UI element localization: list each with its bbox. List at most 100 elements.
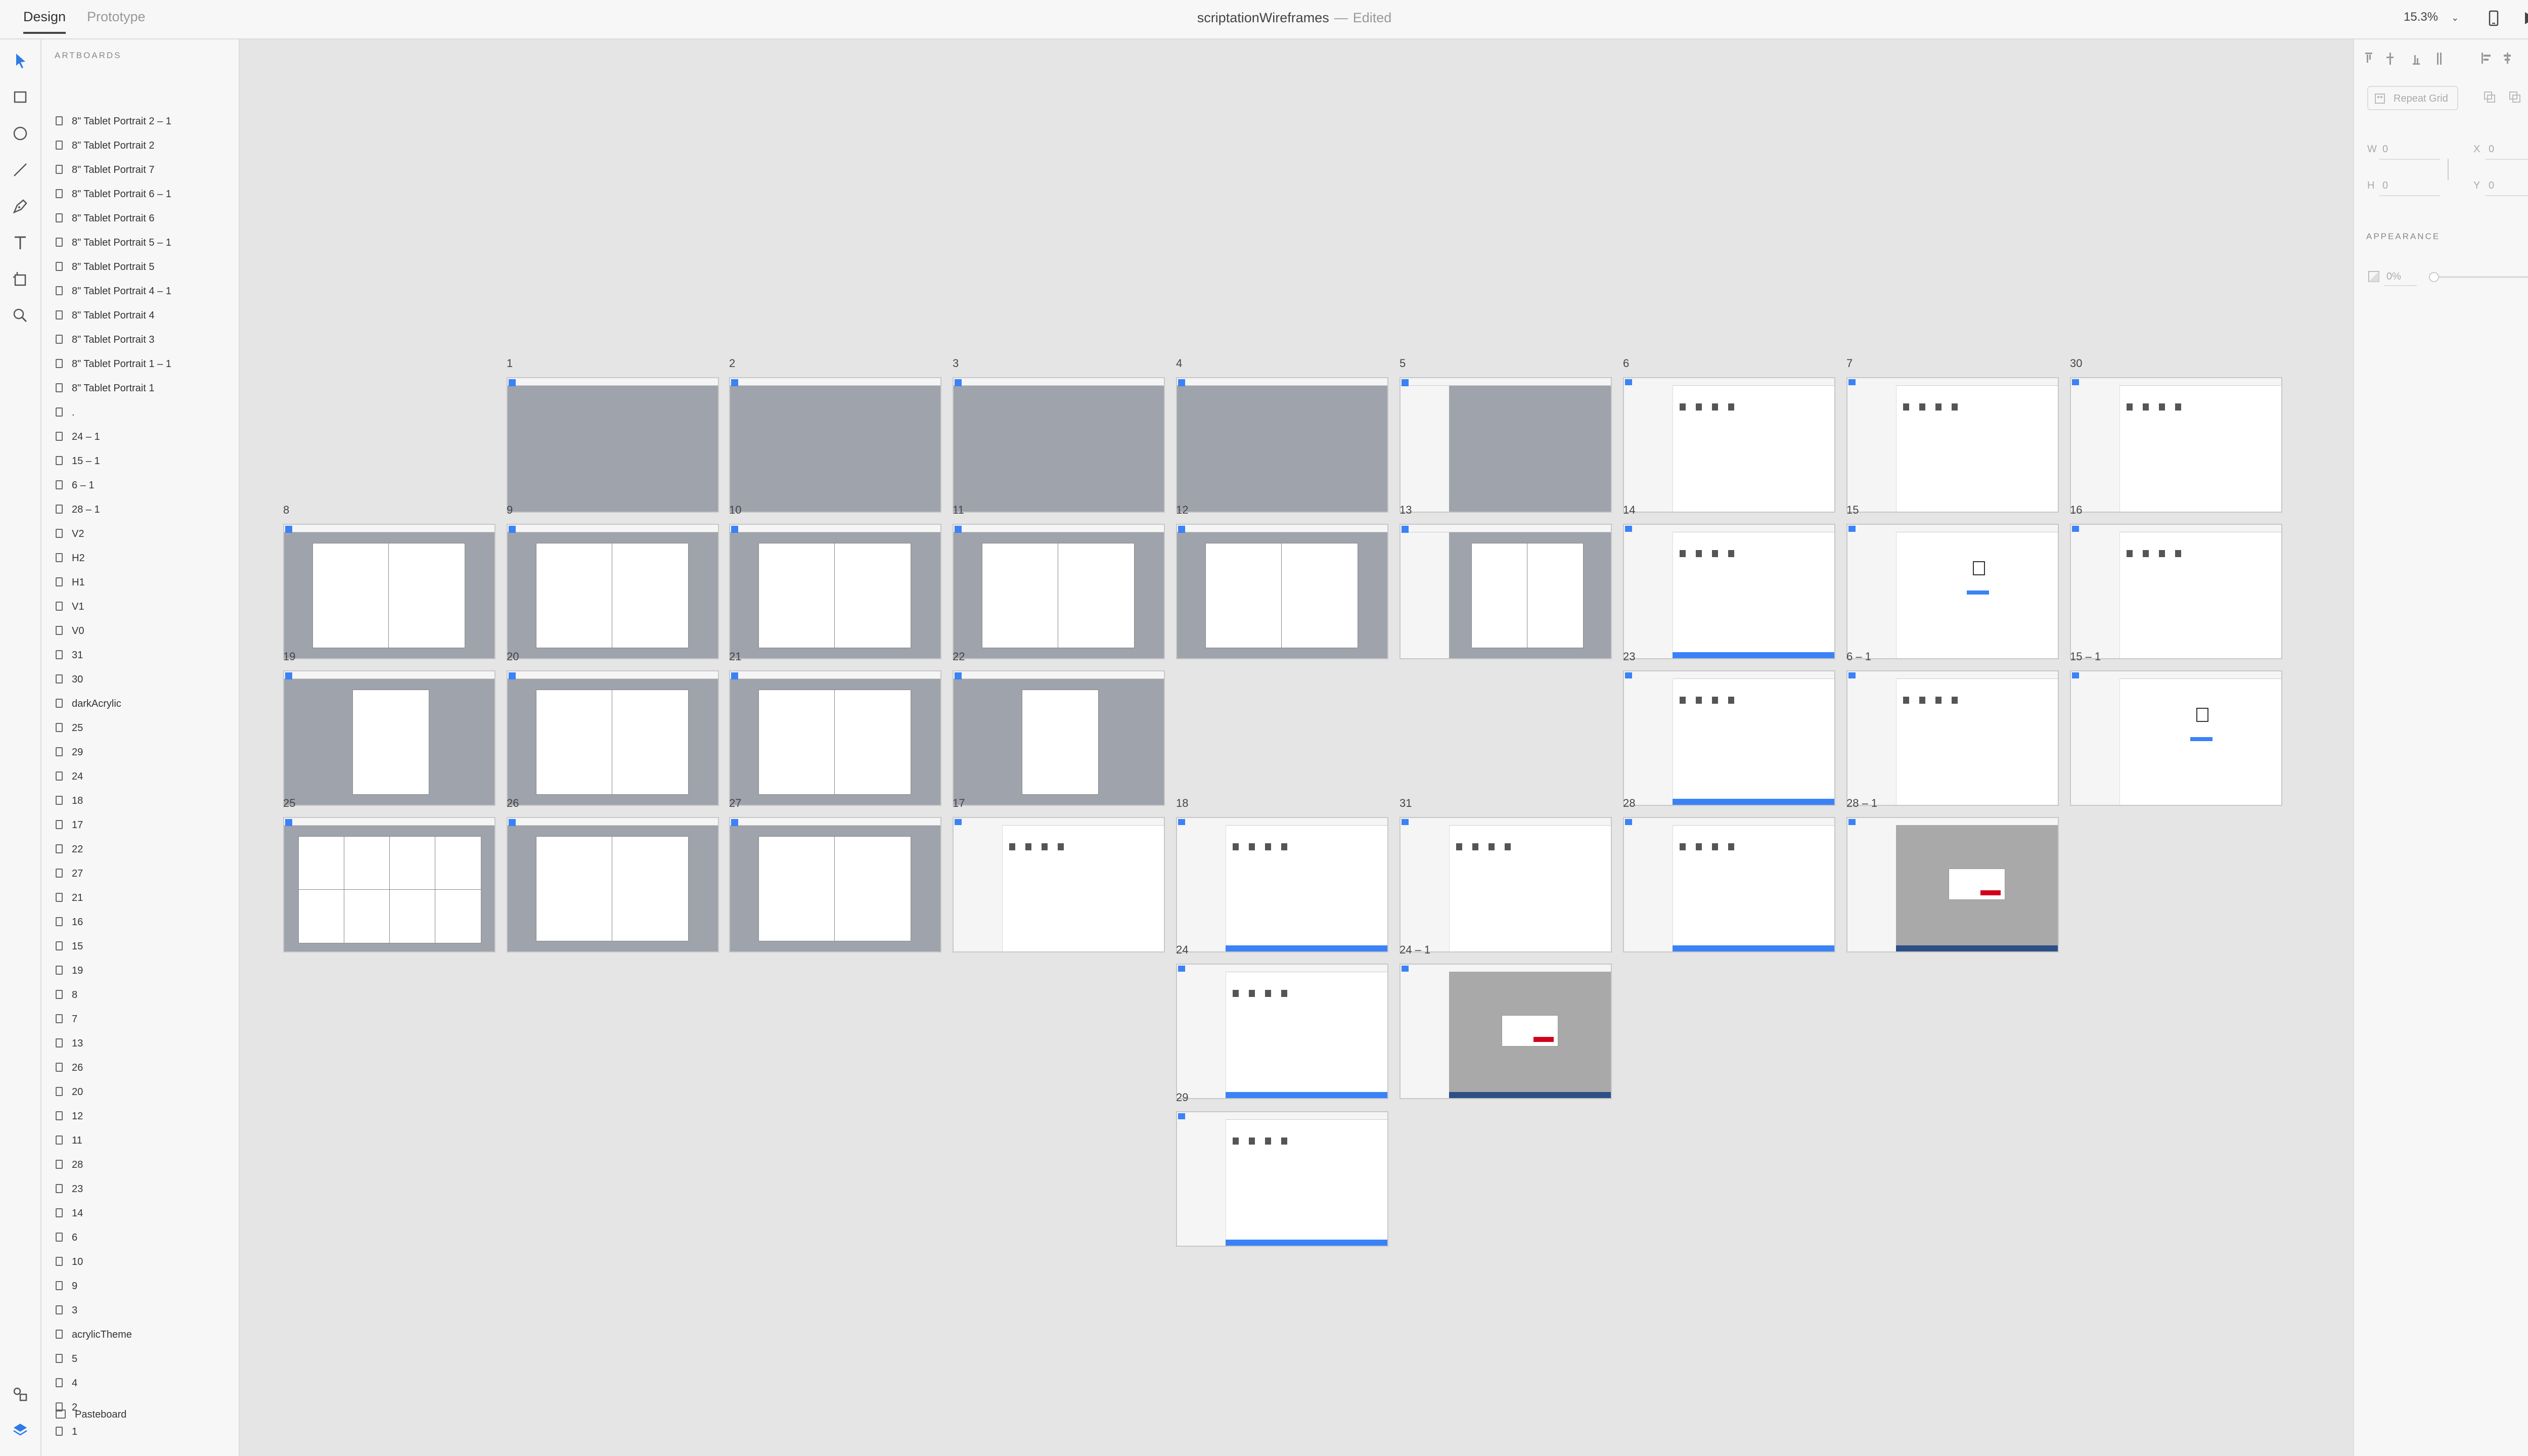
layer-item[interactable]: 8" Tablet Portrait 7 — [56, 160, 233, 180]
artboard-thumbnail[interactable] — [729, 524, 941, 659]
height-input[interactable]: 0 — [2382, 180, 2388, 192]
layer-item[interactable]: 6 – 1 — [56, 475, 233, 495]
artboard-label[interactable]: 29 — [1176, 1091, 1188, 1104]
artboard-thumbnail[interactable] — [283, 524, 495, 659]
artboard-label[interactable]: 20 — [507, 650, 519, 663]
layer-item[interactable]: 24 – 1 — [56, 427, 233, 447]
layer-item[interactable]: V1 — [56, 597, 233, 617]
layer-item[interactable]: 26 — [56, 1058, 233, 1078]
boolean-ops-icons[interactable] — [2482, 90, 2528, 105]
layer-item[interactable]: 30 — [56, 669, 233, 690]
layer-item[interactable]: 31 — [56, 645, 233, 665]
layer-item[interactable]: 28 – 1 — [56, 499, 233, 520]
layers-icon[interactable] — [10, 1420, 30, 1440]
layer-item[interactable]: 12 — [56, 1106, 233, 1126]
text-icon[interactable] — [10, 233, 30, 253]
artboard-thumbnail[interactable] — [1400, 964, 1612, 1099]
artboard-thumbnail[interactable] — [1623, 817, 1835, 952]
artboard-thumbnail[interactable] — [953, 817, 1165, 952]
artboard-thumbnail[interactable] — [729, 817, 941, 952]
artboard-thumbnail[interactable] — [953, 670, 1165, 806]
canvas[interactable]: 1 2 3 4 5 6 7 30 8 9 10 11 12 13 14 15 16 19 20 21 22 23 6 – 1… — [240, 39, 2353, 1456]
artboard-thumbnail[interactable] — [1176, 524, 1388, 659]
artboard-thumbnail[interactable] — [1176, 377, 1388, 513]
artboard-label[interactable]: 19 — [283, 650, 295, 663]
artboard-label[interactable]: 14 — [1623, 504, 1635, 517]
layer-item[interactable]: 21 — [56, 888, 233, 908]
artboard-label[interactable]: 6 — [1623, 357, 1629, 370]
artboard-label[interactable]: 17 — [953, 797, 965, 810]
artboard-thumbnail[interactable] — [1400, 377, 1612, 513]
width-input[interactable]: 0 — [2382, 144, 2388, 155]
layer-item[interactable]: 5 — [56, 1349, 233, 1369]
artboard-label[interactable]: 12 — [1176, 504, 1188, 517]
layer-item[interactable]: 10 — [56, 1252, 233, 1272]
artboard-label[interactable]: 22 — [953, 650, 965, 663]
artboard-thumbnail[interactable] — [1623, 670, 1835, 806]
artboard-label[interactable]: 8 — [283, 504, 289, 517]
layer-item[interactable]: darkAcrylic — [56, 694, 233, 714]
layer-item[interactable]: 8" Tablet Portrait 5 — [56, 257, 233, 277]
artboard-label[interactable]: 25 — [283, 797, 295, 810]
artboard-thumbnail[interactable] — [507, 377, 719, 513]
opacity-slider-handle[interactable] — [2429, 272, 2439, 282]
x-input[interactable]: 0 — [2489, 144, 2494, 155]
artboard-label[interactable]: 23 — [1623, 650, 1635, 663]
artboard-thumbnail[interactable] — [1176, 1111, 1388, 1247]
layer-item[interactable]: 20 — [56, 1082, 233, 1102]
layer-item[interactable]: 24 — [56, 766, 233, 787]
artboard-label[interactable]: 28 – 1 — [1846, 797, 1877, 810]
artboard-thumbnail[interactable] — [1400, 817, 1612, 952]
artboard-thumbnail[interactable] — [1623, 524, 1835, 659]
artboard-thumbnail[interactable] — [2070, 524, 2282, 659]
layer-item[interactable]: 14 — [56, 1203, 233, 1223]
layer-item[interactable]: 8" Tablet Portrait 1 – 1 — [56, 354, 233, 374]
layer-item[interactable]: 22 — [56, 839, 233, 859]
layer-item[interactable]: 8" Tablet Portrait 5 – 1 — [56, 233, 233, 253]
pen-icon[interactable] — [10, 196, 30, 216]
layer-item[interactable]: 13 — [56, 1033, 233, 1054]
layer-item[interactable]: 27 — [56, 863, 233, 884]
layer-item[interactable]: 8" Tablet Portrait 1 — [56, 378, 233, 398]
artboard-label[interactable]: 2 — [729, 357, 735, 370]
layer-item[interactable]: 8 — [56, 985, 233, 1005]
layer-item[interactable]: 8" Tablet Portrait 6 – 1 — [56, 184, 233, 204]
artboard-label[interactable]: 13 — [1400, 504, 1412, 517]
layer-item[interactable]: 1 — [56, 1422, 233, 1442]
align-horizontal-icons[interactable] — [2480, 50, 2528, 68]
artboard-thumbnail[interactable] — [1176, 817, 1388, 952]
artboard-thumbnail[interactable] — [507, 817, 719, 952]
lock-aspect-icon[interactable] — [2444, 157, 2452, 182]
artboard-label[interactable]: 9 — [507, 504, 513, 517]
artboard-thumbnail[interactable] — [283, 670, 495, 806]
artboard-thumbnail[interactable] — [2070, 377, 2282, 513]
layer-item[interactable]: 29 — [56, 742, 233, 762]
layer-item[interactable]: 11 — [56, 1130, 233, 1151]
artboard-thumbnail[interactable] — [1846, 670, 2059, 806]
layer-item[interactable]: 17 — [56, 815, 233, 835]
zoom-select[interactable]: 15.3% ⌄ — [2404, 10, 2459, 24]
layer-item[interactable]: 9 — [56, 1276, 233, 1296]
opacity-input[interactable]: 0% — [2386, 271, 2401, 283]
layer-item[interactable]: 4 — [56, 1373, 233, 1393]
layer-item[interactable]: 8" Tablet Portrait 2 — [56, 135, 233, 156]
artboard-label[interactable]: 4 — [1176, 357, 1182, 370]
artboard-label[interactable]: 28 — [1623, 797, 1635, 810]
layer-item[interactable]: 8" Tablet Portrait 3 — [56, 330, 233, 350]
layer-item[interactable]: 28 — [56, 1155, 233, 1175]
layer-item[interactable]: 25 — [56, 718, 233, 738]
artboard-label[interactable]: 21 — [729, 650, 741, 663]
align-vertical-icons[interactable] — [2364, 50, 2465, 68]
artboard-thumbnail[interactable] — [729, 670, 941, 806]
zoom-icon[interactable] — [10, 305, 30, 326]
artboard-icon[interactable] — [10, 269, 30, 289]
rectangle-icon[interactable] — [10, 87, 30, 107]
play-icon[interactable] — [2519, 8, 2528, 28]
layer-item[interactable]: 18 — [56, 791, 233, 811]
opacity-slider-track[interactable] — [2431, 276, 2528, 278]
artboard-label[interactable]: 15 — [1846, 504, 1859, 517]
layer-item[interactable]: 23 — [56, 1179, 233, 1199]
layer-item[interactable]: V2 — [56, 524, 233, 544]
artboard-label[interactable]: 16 — [2070, 504, 2082, 517]
artboard-label[interactable]: 30 — [2070, 357, 2082, 370]
